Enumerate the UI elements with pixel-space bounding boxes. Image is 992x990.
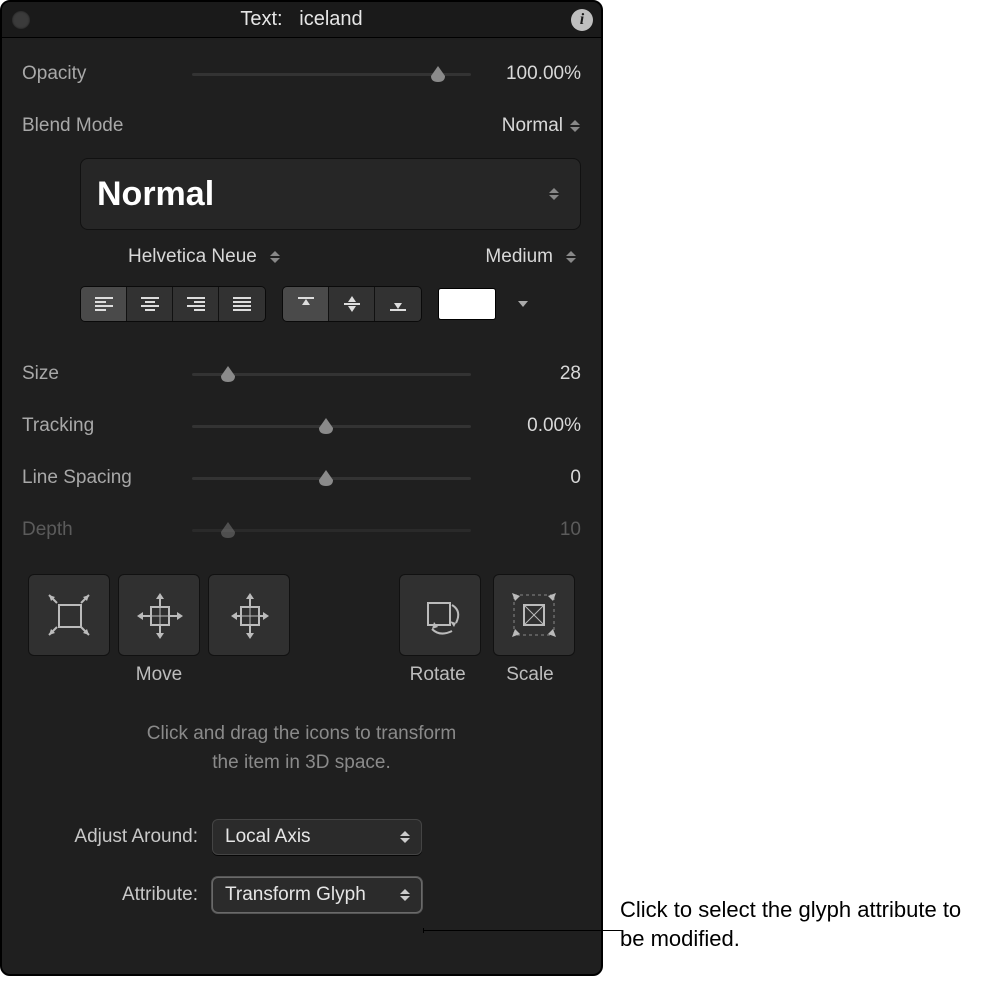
chevron-down-icon (518, 301, 528, 307)
adjust-around-popup[interactable]: Local Axis (212, 819, 422, 855)
text-style-popup[interactable]: Normal (80, 158, 581, 230)
font-family-popup[interactable]: Helvetica Neue (126, 243, 283, 271)
tracking-slider[interactable] (192, 414, 471, 438)
line-spacing-label: Line Spacing (22, 467, 192, 489)
tracking-slider-thumb[interactable] (317, 416, 335, 436)
text-style-value: Normal (97, 175, 542, 214)
title-bar: Text: iceland i (2, 2, 601, 38)
attribute-label: Attribute: (22, 884, 198, 906)
adjust-around-value: Local Axis (225, 826, 311, 848)
line-spacing-slider-thumb[interactable] (317, 468, 335, 488)
panel-title: Text: iceland (2, 2, 601, 36)
text-inspector-panel: Text: iceland i Opacity 100.00% Blend Mo… (0, 0, 603, 976)
tracking-row: Tracking 0.00% (22, 400, 581, 452)
text-color-well[interactable] (438, 288, 496, 320)
size-slider-thumb[interactable] (219, 364, 237, 384)
depth-value: 10 (471, 519, 581, 541)
stepper-caret-icon (399, 889, 411, 901)
stepper-caret-icon (565, 251, 577, 263)
tracking-label: Tracking (22, 415, 192, 437)
callout-text: Click to select the glyph attribute to b… (620, 896, 972, 953)
align-justify-button[interactable] (219, 287, 265, 321)
callout-leader-line (423, 930, 623, 931)
tracking-value[interactable]: 0.00% (471, 415, 581, 437)
valign-middle-button[interactable] (329, 287, 375, 321)
depth-row: Depth 10 (22, 504, 581, 556)
stepper-caret-icon (269, 251, 281, 263)
panel-title-name: iceland (299, 8, 362, 30)
blend-mode-value: Normal (502, 115, 563, 137)
blend-mode-popup[interactable]: Normal (192, 115, 581, 137)
line-spacing-row: Line Spacing 0 (22, 452, 581, 504)
depth-slider-thumb (219, 520, 237, 540)
size-slider[interactable] (192, 362, 471, 386)
move-z-tool[interactable] (208, 574, 290, 656)
scale-label: Scale (485, 664, 575, 686)
depth-slider (192, 518, 471, 542)
opacity-value[interactable]: 100.00% (471, 63, 581, 85)
color-disclosure-button[interactable] (512, 288, 534, 320)
line-spacing-value[interactable]: 0 (471, 467, 581, 489)
adjust-around-label: Adjust Around: (22, 826, 198, 848)
size-row: Size 28 (22, 348, 581, 400)
stepper-caret-icon (569, 120, 581, 132)
opacity-label: Opacity (22, 63, 192, 85)
valign-top-button[interactable] (283, 287, 329, 321)
vertical-align-segment (282, 286, 422, 322)
opacity-row: Opacity 100.00% (22, 48, 581, 100)
align-left-button[interactable] (81, 287, 127, 321)
scale-tool[interactable] (493, 574, 575, 656)
move-tool-group (28, 574, 290, 656)
transform-hint: Click and drag the icons to transform th… (22, 720, 581, 777)
align-right-button[interactable] (173, 287, 219, 321)
attribute-popup[interactable]: Transform Glyph (212, 877, 422, 913)
close-window-button[interactable] (12, 11, 30, 29)
stepper-caret-icon (548, 188, 560, 200)
stepper-caret-icon (399, 831, 411, 843)
rotate-label: Rotate (397, 664, 479, 686)
opacity-slider-thumb[interactable] (429, 64, 447, 84)
valign-bottom-button[interactable] (375, 287, 421, 321)
align-center-button[interactable] (127, 287, 173, 321)
info-icon[interactable]: i (571, 9, 593, 31)
move-label: Move (28, 664, 290, 686)
move-xy-tool[interactable] (28, 574, 110, 656)
blend-label: Blend Mode (22, 115, 192, 137)
depth-label: Depth (22, 519, 192, 541)
size-label: Size (22, 363, 192, 385)
opacity-slider[interactable] (192, 62, 471, 86)
panel-title-label: Text: (240, 8, 282, 30)
move-axes-tool[interactable] (118, 574, 200, 656)
rotate-tool[interactable] (399, 574, 481, 656)
horizontal-align-segment (80, 286, 266, 322)
font-weight-popup[interactable]: Medium (483, 243, 579, 271)
font-family-value: Helvetica Neue (128, 246, 257, 268)
attribute-value: Transform Glyph (225, 884, 366, 906)
blend-row: Blend Mode Normal (22, 100, 581, 152)
line-spacing-slider[interactable] (192, 466, 471, 490)
size-value[interactable]: 28 (471, 363, 581, 385)
font-weight-value: Medium (485, 246, 553, 268)
